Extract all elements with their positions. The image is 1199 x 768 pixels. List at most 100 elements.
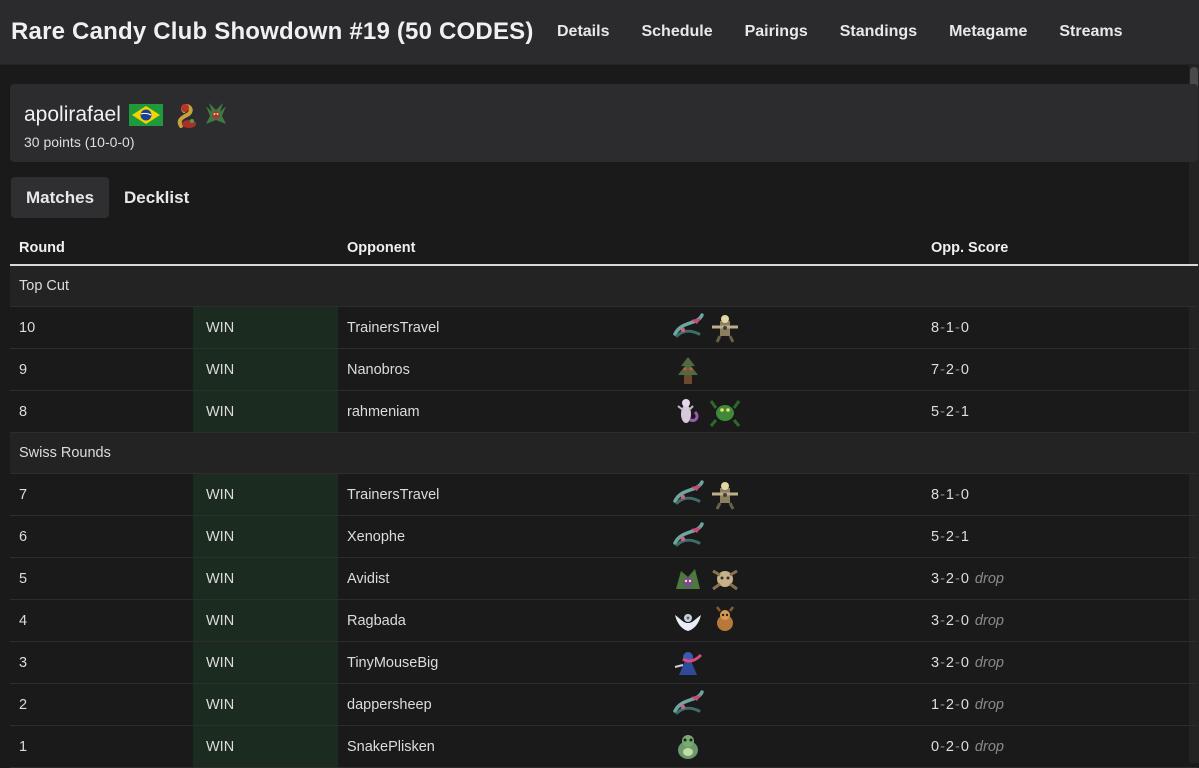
brazil-flag-icon [128,104,163,126]
pokemon-sprite-green-dragon [205,103,226,124]
score-value: 1 [931,696,940,713]
opponent-cell[interactable]: SnakePlisken [338,725,662,768]
trainer-icon [712,481,738,510]
deck-sprites [671,563,922,595]
pokemon-sprite-red-serpent [177,103,196,128]
nav-metagame[interactable]: Metagame [949,23,1027,41]
nav-details[interactable]: Details [557,23,609,41]
deck-sprites [671,689,922,721]
round-cell: 9 [10,348,193,391]
opponent-deck-cell [662,557,922,600]
match-row: 1 WIN SnakePlisken 0-2-0 drop [10,725,1198,768]
score-separator: - [940,612,945,629]
result-cell: WIN [193,306,338,349]
header-opponent: Opponent [338,232,662,266]
round-cell: 4 [10,599,193,642]
score-value: 2 [945,361,954,378]
opponent-deck-cell [662,683,922,726]
opponent-deck-cell [662,599,922,642]
opp-score-cell: 5-2-1 [922,390,1198,433]
match-row: 8 WIN rahmeniam 5-2-1 [10,390,1198,433]
dragapult-icon [673,521,704,546]
score-separator: - [940,738,945,755]
score-separator: - [940,486,945,503]
header-result [193,232,338,266]
score-value: 0 [960,361,969,378]
matches-table-body: Top Cut 10 WIN TrainersTravel 8-1-0 9 WIN Nanob… [10,265,1198,768]
greninja-icon [674,651,703,675]
score-value: 0 [931,738,940,755]
opponent-cell[interactable]: Nanobros [338,348,662,391]
score-separator: - [940,654,945,671]
drop-label: drop [974,696,1004,713]
score-separator: - [955,319,960,336]
orange-pokemon-icon [716,605,734,631]
opp-score-cell: 7-2-0 [922,348,1198,391]
opp-score-cell: 8-1-0 [922,473,1198,516]
score-separator: - [940,528,945,545]
opponent-cell[interactable]: Avidist [338,557,662,600]
mewtwo-icon [677,398,699,423]
opponent-cell[interactable]: TrainersTravel [338,473,662,516]
opponent-cell[interactable]: Xenophe [338,515,662,558]
match-row: 6 WIN Xenophe 5-2-1 [10,515,1198,558]
nav-streams[interactable]: Streams [1059,23,1122,41]
purple-green-pokemon-icon [676,568,700,589]
result-cell: WIN [193,599,338,642]
opponent-cell[interactable]: dappersheep [338,683,662,726]
score-value: 7 [931,361,940,378]
tab-decklist[interactable]: Decklist [109,177,204,218]
score-value: 3 [931,654,940,671]
score-separator: - [955,403,960,420]
section-row: Swiss Rounds [10,432,1198,474]
nav-standings[interactable]: Standings [840,23,917,41]
score-separator: - [940,319,945,336]
match-row: 2 WIN dappersheep 1-2-0 drop [10,683,1198,726]
opp-score-cell: 1-2-0 drop [922,683,1198,726]
dragapult-icon [673,689,704,714]
result-cell: WIN [193,557,338,600]
deck-sprites [671,396,922,428]
score-value: 3 [931,570,940,587]
score-value: 1 [945,486,954,503]
deck-sprites [671,479,922,511]
deck-sprites [671,521,922,553]
header-opp-score: Opp. Score [922,232,1198,266]
score-value: 0 [960,570,969,587]
round-cell: 5 [10,557,193,600]
opponent-cell[interactable]: TrainersTravel [338,306,662,349]
score-separator: - [940,403,945,420]
deck-sprites [671,647,922,679]
opponent-cell[interactable]: Ragbada [338,599,662,642]
opponent-cell[interactable]: TinyMouseBig [338,641,662,684]
match-row: 3 WIN TinyMouseBig 3-2-0 drop [10,641,1198,684]
match-row: 5 WIN Avidist 3-2-0 drop [10,557,1198,600]
opp-score-cell: 3-2-0 drop [922,557,1198,600]
green-bug-icon [709,399,741,427]
drop-label: drop [974,738,1004,755]
nav-schedule[interactable]: Schedule [641,23,712,41]
score-separator: - [955,738,960,755]
matches-table: Round Opponent Opp. Score Top Cut 10 WIN Tr… [10,232,1198,768]
section-label: Swiss Rounds [10,432,1198,474]
score-value: 0 [960,319,969,336]
opp-score-cell: 3-2-0 drop [922,599,1198,642]
drop-label: drop [974,570,1004,587]
green-round-pokemon-icon [678,734,698,759]
opponent-cell[interactable]: rahmeniam [338,390,662,433]
round-cell: 8 [10,390,193,433]
score-value: 8 [931,486,940,503]
round-cell: 2 [10,683,193,726]
score-separator: - [940,361,945,378]
score-value: 2 [945,696,954,713]
score-value: 3 [931,612,940,629]
tab-matches[interactable]: Matches [11,177,110,218]
match-row: 9 WIN Nanobros 7-2-0 [10,348,1198,391]
result-cell: WIN [193,725,338,768]
main-nav: Details Schedule Pairings Standings Meta… [557,23,1155,41]
drop-label: drop [974,654,1004,671]
nav-pairings[interactable]: Pairings [745,23,808,41]
score-separator: - [955,361,960,378]
header-deck [662,232,922,266]
score-separator: - [940,696,945,713]
